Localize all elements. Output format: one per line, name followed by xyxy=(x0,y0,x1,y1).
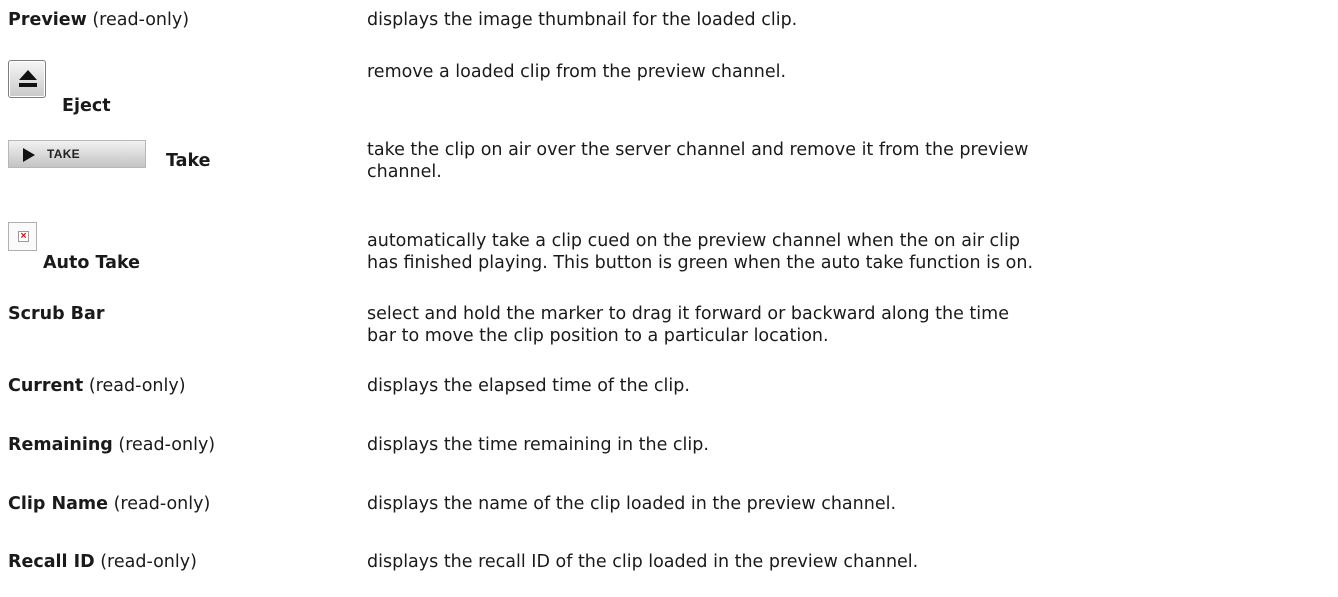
term-auto-take: Auto Take xyxy=(43,253,141,273)
term-remaining: Remaining (read-only) xyxy=(8,435,216,455)
desc-auto-take: automatically take a clip cued on the pr… xyxy=(367,231,1034,273)
play-icon xyxy=(23,148,35,162)
broken-image-icon: × xyxy=(18,231,29,242)
auto-take-button[interactable]: × xyxy=(8,222,37,251)
term-current: Current (read-only) xyxy=(8,376,186,396)
term-take: Take xyxy=(166,151,211,171)
desc-recall-id: displays the recall ID of the clip loade… xyxy=(367,552,919,572)
desc-clip-name: displays the name of the clip loaded in … xyxy=(367,494,897,514)
desc-preview: displays the image thumbnail for the loa… xyxy=(367,10,798,30)
desc-take: take the clip on air over the server cha… xyxy=(367,140,1029,182)
take-button-label: TAKE xyxy=(47,147,80,161)
term-clip-name: Clip Name (read-only) xyxy=(8,494,211,514)
term-recall-id: Recall ID (read-only) xyxy=(8,552,197,572)
term-preview: Preview (read-only) xyxy=(8,10,190,30)
desc-current: displays the elapsed time of the clip. xyxy=(367,376,690,396)
desc-eject: remove a loaded clip from the preview ch… xyxy=(367,62,787,82)
eject-icon xyxy=(19,70,37,80)
term-eject: Eject xyxy=(62,96,111,116)
desc-scrub-bar: select and hold the marker to drag it fo… xyxy=(367,304,1009,346)
take-button[interactable]: TAKE xyxy=(8,140,146,168)
desc-remaining: displays the time remaining in the clip. xyxy=(367,435,709,455)
eject-button[interactable] xyxy=(8,60,46,98)
term-scrub-bar: Scrub Bar xyxy=(8,304,105,324)
